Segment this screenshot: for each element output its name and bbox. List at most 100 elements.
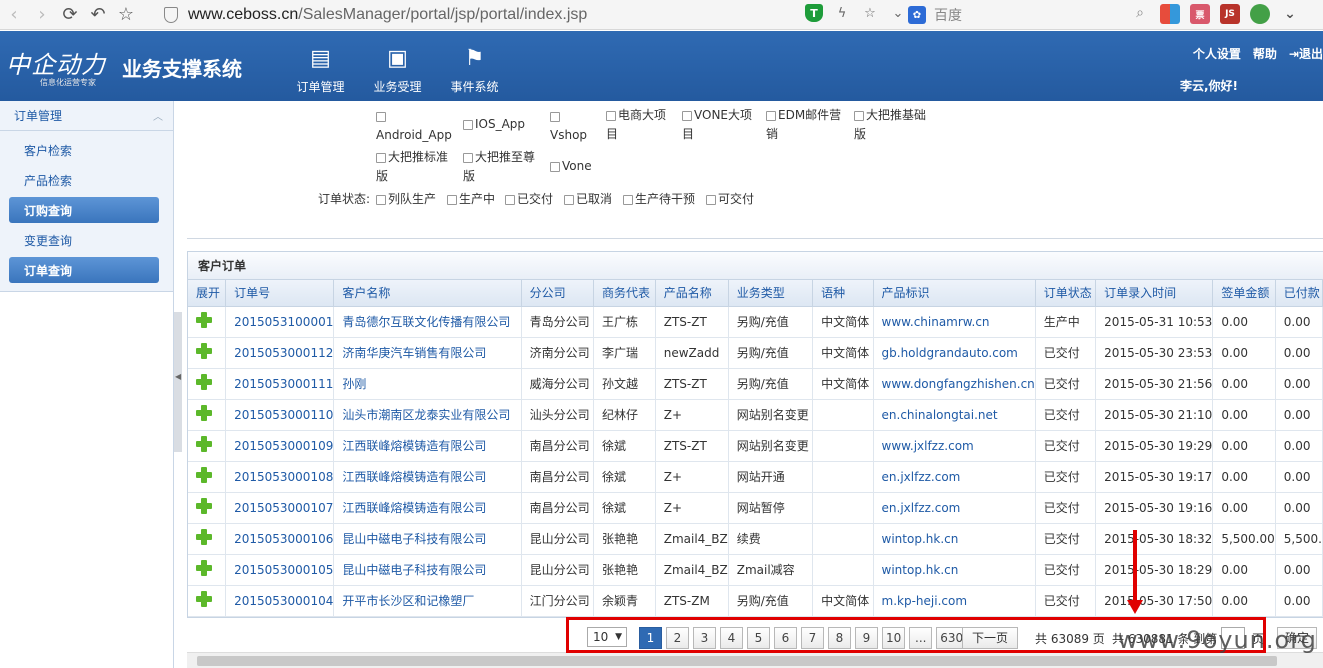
checkbox[interactable] (682, 110, 692, 121)
status-queued[interactable]: 列队生产 (376, 190, 436, 209)
expand-plus-icon[interactable] (196, 374, 212, 390)
sidebar-splitter[interactable] (174, 312, 182, 452)
lightning-icon[interactable]: ϟ (833, 4, 851, 22)
filter-ios[interactable]: IOS_App (463, 115, 525, 134)
cell-customer[interactable]: 济南华庚汽车销售有限公司 (333, 337, 522, 369)
page-size-select[interactable]: 10 ▼ (587, 627, 627, 647)
back-icon[interactable]: ‹ (0, 1, 28, 29)
status-delivered[interactable]: 已交付 (505, 190, 553, 209)
scrollbar-thumb[interactable] (197, 656, 1277, 666)
cell-domain[interactable]: en.jxlfzz.com (873, 492, 1036, 524)
page-button[interactable]: 5 (747, 627, 770, 649)
page-button[interactable]: 7 (801, 627, 824, 649)
filter-vone-big[interactable]: VONE大项目 (682, 106, 752, 144)
status-producing[interactable]: 生产中 (447, 190, 495, 209)
checkbox[interactable] (376, 152, 386, 163)
page-button[interactable]: 8 (828, 627, 851, 649)
expand-plus-icon[interactable] (196, 343, 212, 359)
filter-vshop[interactable]: Vshop (550, 107, 587, 145)
help-link[interactable]: 帮助 (1253, 45, 1277, 62)
search-icon[interactable]: ⌕ (1136, 5, 1144, 21)
cell-domain[interactable]: www.dongfangzhishen.cn (873, 368, 1036, 400)
filter-standard[interactable]: 大把推标准版 (376, 148, 448, 186)
expand-plus-icon[interactable] (196, 591, 212, 607)
frog-ext-icon[interactable] (1250, 4, 1270, 24)
col-status[interactable]: 订单状态 (1035, 280, 1097, 307)
checkbox[interactable] (505, 194, 515, 205)
collapse-arrow-icon[interactable]: ◀ (175, 372, 181, 381)
cell-domain[interactable]: gb.holdgrandauto.com (873, 337, 1036, 369)
cell-customer[interactable]: 江西联峰熔模铸造有限公司 (333, 461, 522, 493)
cell-id[interactable]: 2015053000106 (225, 523, 335, 555)
checkbox[interactable] (766, 110, 776, 121)
col-branch[interactable]: 分公司 (521, 280, 594, 307)
address-bar[interactable]: www.ceboss.cn/SalesManager/portal/jsp/po… (158, 3, 898, 27)
status-cancelled[interactable]: 已取消 (564, 190, 612, 209)
expand-plus-icon[interactable] (196, 529, 212, 545)
page-button[interactable]: 6 (774, 627, 797, 649)
logout-link[interactable]: ⇥退出 (1289, 45, 1323, 62)
cell-customer[interactable]: 孙刚 (333, 368, 522, 400)
cell-customer[interactable]: 江西联峰熔模铸造有限公司 (333, 492, 522, 524)
checkbox[interactable] (463, 152, 473, 163)
cell-domain[interactable]: en.jxlfzz.com (873, 461, 1036, 493)
page-button[interactable]: ... (909, 627, 933, 649)
checkbox[interactable] (550, 161, 560, 172)
expand-plus-icon[interactable] (196, 467, 212, 483)
cell-domain[interactable]: m.kp-heji.com (873, 585, 1036, 617)
page-button[interactable]: 1 (639, 627, 662, 649)
cell-customer[interactable]: 昆山中磁电子科技有限公司 (333, 523, 522, 555)
checkbox[interactable] (550, 111, 560, 122)
star-icon[interactable]: ☆ (112, 1, 140, 29)
sidebar-item-subscription-query[interactable]: 订购查询 (9, 197, 159, 223)
cell-customer[interactable]: 开平市长沙区和记橡塑厂 (333, 585, 522, 617)
cell-id[interactable]: 2015053100001 (225, 306, 335, 338)
cell-domain[interactable]: wintop.hk.cn (873, 523, 1036, 555)
page-button[interactable]: 9 (855, 627, 878, 649)
checkbox[interactable] (564, 194, 574, 205)
next-page-button[interactable]: 下一页 (962, 627, 1018, 649)
sidebar-item-change-query[interactable]: 变更查询 (0, 225, 173, 255)
filter-vone[interactable]: Vone (550, 157, 592, 176)
col-product[interactable]: 产品名称 (655, 280, 729, 307)
filter-android[interactable]: Android_App (376, 107, 452, 145)
js-ext-icon[interactable]: JS (1220, 4, 1240, 24)
cell-customer[interactable]: 昆山中磁电子科技有限公司 (333, 554, 522, 586)
cell-id[interactable]: 2015053000112 (225, 337, 335, 369)
sidebar-item-customer-search[interactable]: 客户检索 (0, 135, 173, 165)
col-type[interactable]: 业务类型 (728, 280, 814, 307)
sidebar-item-order-query[interactable]: 订单查询 (9, 257, 159, 283)
cell-domain[interactable]: www.jxlfzz.com (873, 430, 1036, 462)
cell-id[interactable]: 2015053000109 (225, 430, 335, 462)
status-awaiting-intervention[interactable]: 生产待干预 (623, 190, 695, 209)
filter-ecommerce[interactable]: 电商大项目 (606, 106, 666, 144)
sidebar-item-product-search[interactable]: 产品检索 (0, 165, 173, 195)
col-language[interactable]: 语种 (812, 280, 874, 307)
windows-grid-icon[interactable] (1160, 4, 1180, 24)
nav-event-system[interactable]: ⚑ 事件系统 (436, 31, 513, 101)
col-time[interactable]: 订单录入时间 (1095, 280, 1214, 307)
cell-customer[interactable]: 汕头市潮南区龙泰实业有限公司 (333, 399, 522, 431)
col-customer[interactable]: 客户名称 (333, 280, 522, 307)
horizontal-scrollbar[interactable] (187, 652, 1323, 668)
page-button[interactable]: 4 (720, 627, 743, 649)
filter-edm[interactable]: EDM邮件营销 (766, 106, 841, 144)
cell-id[interactable]: 2015053000107 (225, 492, 335, 524)
cell-id[interactable]: 2015053000108 (225, 461, 335, 493)
checkbox[interactable] (463, 119, 473, 130)
page-button[interactable]: 2 (666, 627, 689, 649)
forward-icon[interactable]: › (28, 1, 56, 29)
chevron-down-icon[interactable]: ⌄ (889, 4, 907, 22)
page-button[interactable]: 10 (882, 627, 906, 649)
checkbox[interactable] (706, 194, 716, 205)
expand-plus-icon[interactable] (196, 312, 212, 328)
cell-id[interactable]: 2015053000104 (225, 585, 335, 617)
cell-customer[interactable]: 江西联峰熔模铸造有限公司 (333, 430, 522, 462)
checkbox[interactable] (447, 194, 457, 205)
nav-order-management[interactable]: ▤ 订单管理 (282, 31, 359, 101)
cell-domain[interactable]: en.chinalongtai.net (873, 399, 1036, 431)
cell-id[interactable]: 2015053000110 (225, 399, 335, 431)
checkbox[interactable] (854, 110, 864, 121)
page-button[interactable]: 3 (693, 627, 716, 649)
expand-plus-icon[interactable] (196, 560, 212, 576)
